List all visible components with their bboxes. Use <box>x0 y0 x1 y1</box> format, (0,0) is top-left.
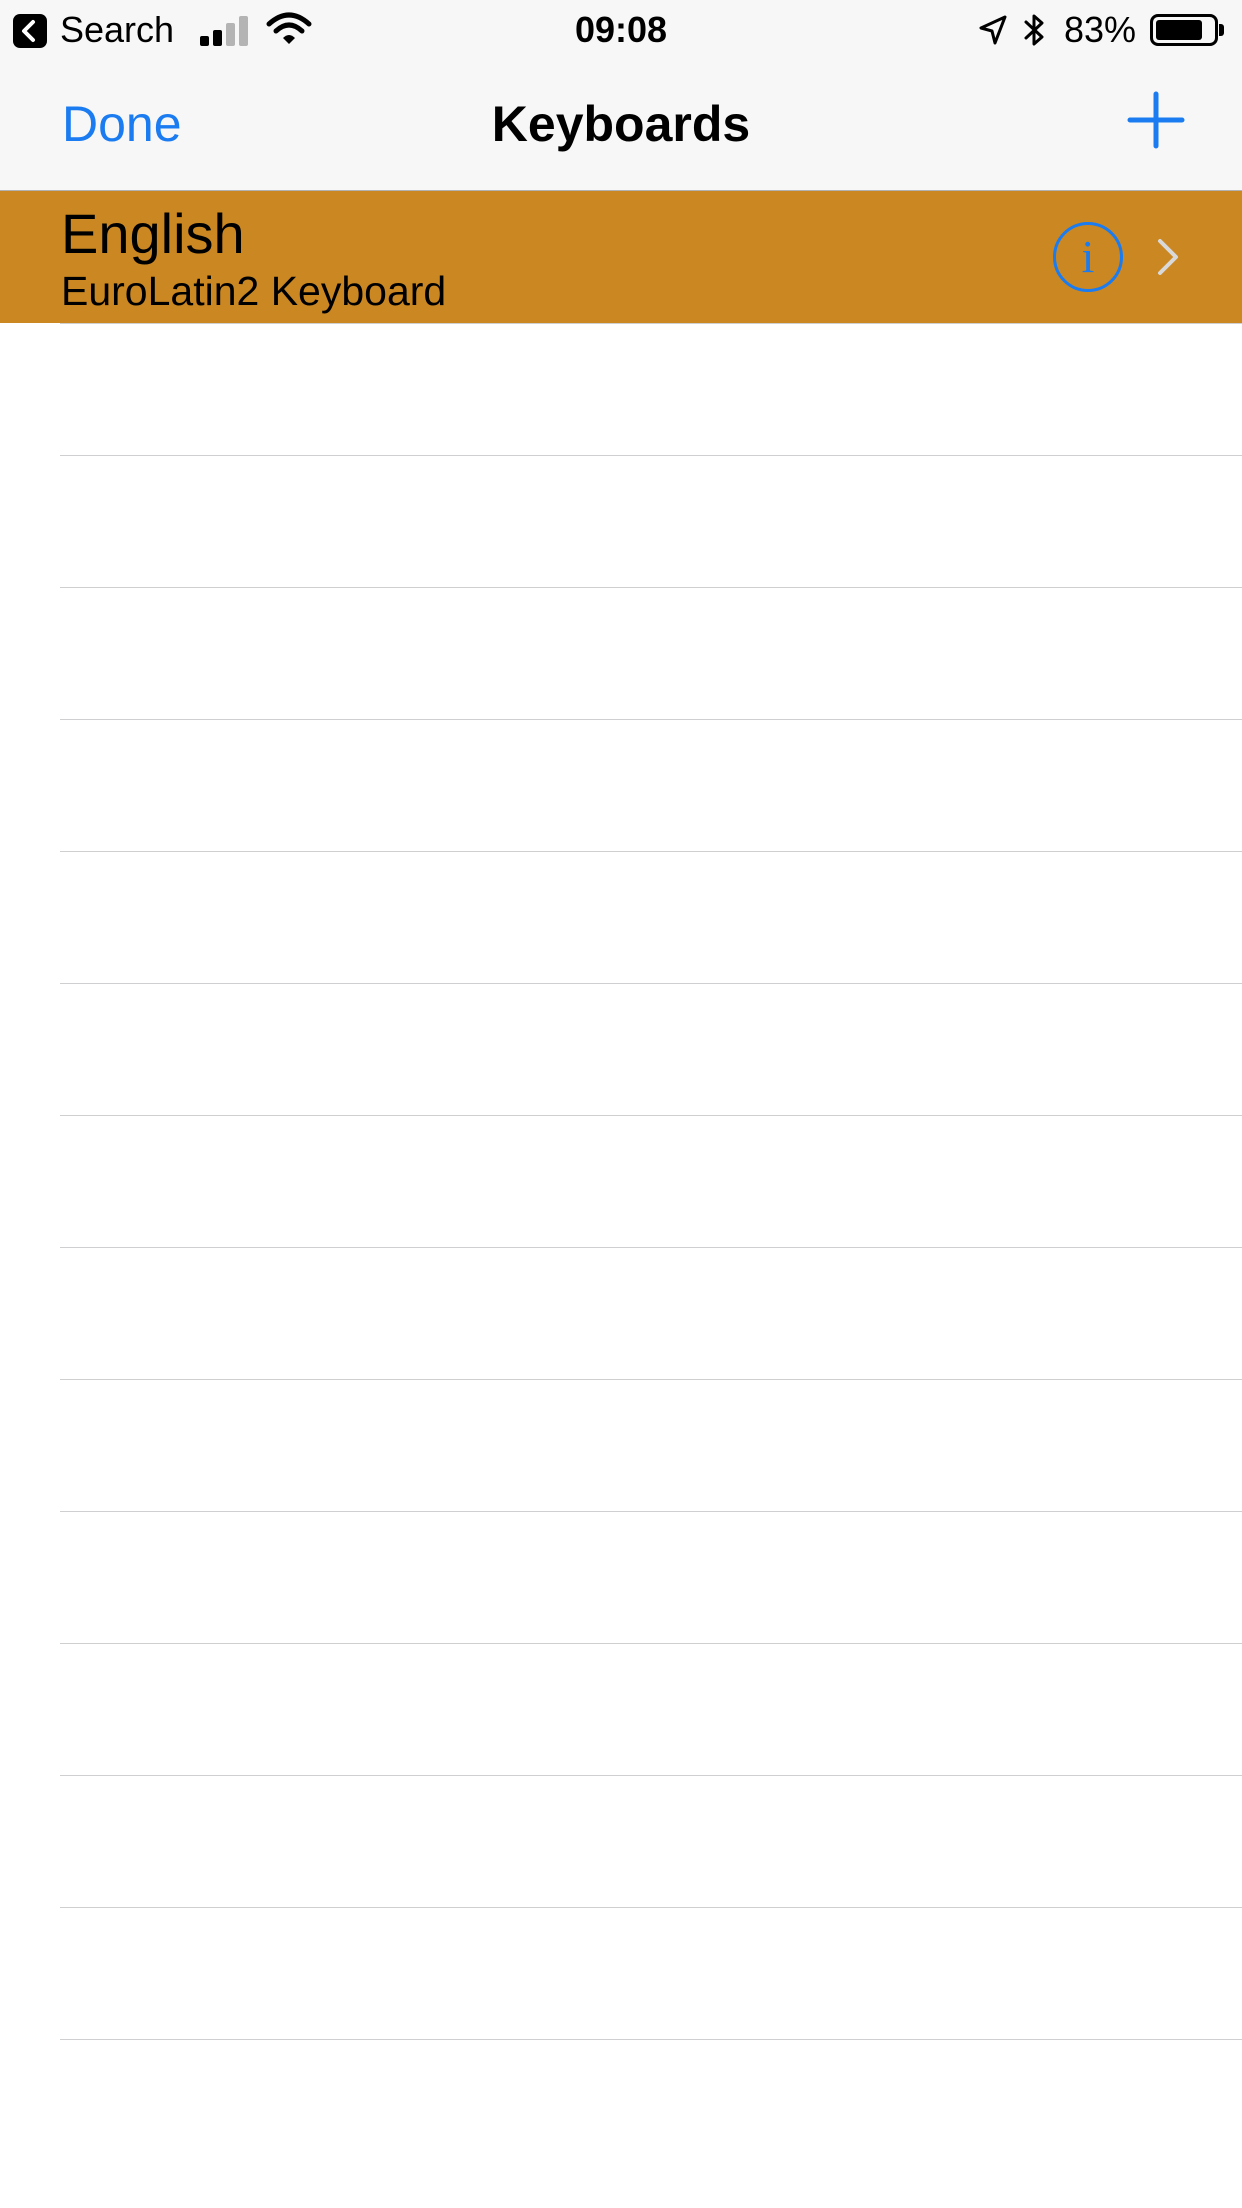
list-separator <box>60 2039 1242 2040</box>
plus-icon[interactable] <box>1126 90 1186 150</box>
list-separator <box>60 1247 1242 1248</box>
navigation-bar: Done Keyboards <box>0 60 1242 191</box>
list-separator <box>60 1643 1242 1644</box>
battery-level <box>1156 20 1202 40</box>
page-title: Keyboards <box>491 96 751 152</box>
keyboard-name: EuroLatin2 Keyboard <box>61 268 447 314</box>
list-separator <box>60 1115 1242 1116</box>
battery-tip <box>1219 24 1224 36</box>
list-separator <box>60 719 1242 720</box>
location-arrow-icon <box>979 15 1007 45</box>
list-separator <box>60 851 1242 852</box>
battery-percent: 83% <box>1064 9 1137 50</box>
chevron-right-icon[interactable] <box>1156 237 1182 277</box>
list-separator <box>60 1775 1242 1776</box>
keyboard-row-english[interactable]: English EuroLatin2 Keyboard i <box>0 191 1242 323</box>
list-separator <box>60 455 1242 456</box>
list-separator <box>60 587 1242 588</box>
info-icon[interactable]: i <box>1053 222 1123 292</box>
keyboard-language: English <box>61 202 245 265</box>
list-separator <box>60 983 1242 984</box>
list-separator <box>60 1511 1242 1512</box>
bluetooth-icon <box>1024 14 1044 46</box>
battery-icon <box>1150 14 1218 46</box>
list-separator <box>60 1907 1242 1908</box>
list-separator <box>60 1379 1242 1380</box>
status-bar: Search 09:08 83% <box>0 0 1242 60</box>
status-time: 09:08 <box>574 9 668 50</box>
list-separator <box>60 323 1242 324</box>
